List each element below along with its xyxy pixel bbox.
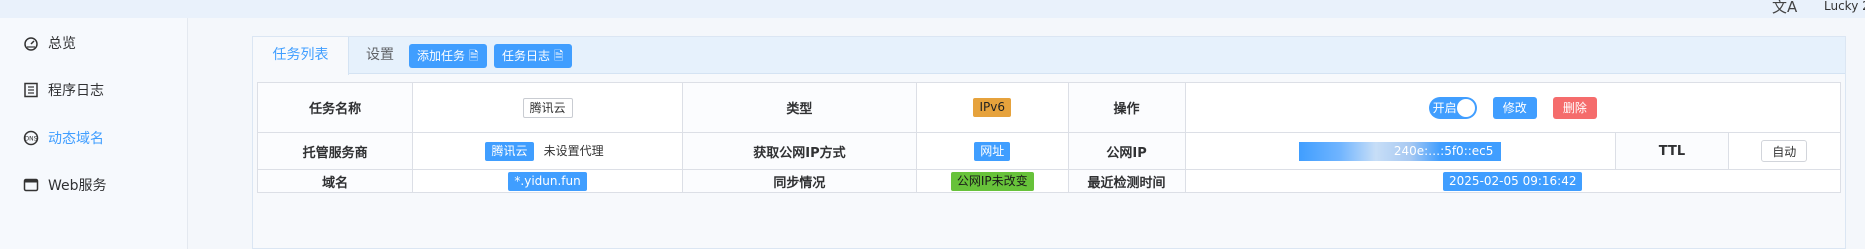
type-tag: IPv6	[973, 98, 1011, 117]
table-row: 托管服务商 腾讯云 未设置代理 获取公网IP方式 网址 公网IP 240e:…:…	[256, 132, 1842, 170]
ddns-icon: DNS	[22, 129, 40, 147]
enable-switch[interactable]: 开启	[1428, 96, 1477, 119]
last-check-label: 最近检测时间	[1067, 169, 1186, 193]
domain-label: 域名	[256, 169, 414, 193]
sidebar-item-label: Web服务	[48, 178, 107, 194]
operation-cell: 开启 修改 删除	[1184, 82, 1842, 133]
sidebar: 总览 程序日志 DNS 动态域名 Web服务	[0, 18, 188, 249]
sidebar-item-label: 总览	[48, 36, 76, 52]
task-log-label: 任务日志	[502, 49, 551, 63]
provider-cell: 腾讯云 未设置代理	[412, 132, 683, 170]
domain-tag: *.yidun.fun	[508, 171, 587, 191]
ip-method-cell: 网址	[915, 132, 1069, 170]
last-check-tag: 2025-02-05 09:16:42	[1443, 171, 1583, 191]
translate-icon[interactable]: 文A	[1772, 0, 1797, 15]
provider-label: 托管服务商	[256, 132, 414, 170]
ttl-value: 自动	[1761, 140, 1808, 162]
sidebar-item-overview[interactable]: 总览	[0, 23, 188, 63]
domain-cell: *.yidun.fun	[412, 169, 683, 193]
sidebar-item-web[interactable]: Web服务	[0, 165, 188, 205]
proxy-tag: 未设置代理	[537, 141, 610, 161]
add-task-label: 添加任务	[417, 49, 466, 63]
provider-tag: 腾讯云	[485, 141, 534, 161]
main-content: 任务列表 设置 添加任务 🗎 任务日志 🗎 任务名称 腾讯云 类型 IPv6 操…	[188, 18, 1865, 249]
ip-method-tag: 网址	[974, 141, 1011, 161]
type-label: 类型	[681, 82, 917, 133]
table-row: 域名 *.yidun.fun 同步情况 公网IP未改变 最近检测时间 2025-…	[256, 169, 1842, 193]
svg-text:DNS: DNS	[25, 136, 38, 143]
ttl-label: TTL	[1615, 132, 1729, 170]
task-name-cell: 腾讯云	[412, 82, 683, 133]
switch-knob	[1456, 98, 1475, 117]
public-ip-label: 公网IP	[1067, 132, 1186, 170]
top-bar: 文A Lucky 2	[0, 0, 1865, 18]
type-cell: IPv6	[915, 82, 1069, 133]
sync-cell: 公网IP未改变	[915, 169, 1069, 193]
public-ip-cell: 240e:…:5f0::ec5	[1184, 132, 1617, 170]
sync-label: 同步情况	[681, 169, 917, 193]
ddns-card: 任务列表 设置 添加任务 🗎 任务日志 🗎 任务名称 腾讯云 类型 IPv6 操…	[252, 36, 1846, 249]
tab-task-list[interactable]: 任务列表	[253, 37, 349, 75]
document-icon: 🗎	[468, 49, 479, 63]
log-icon	[22, 81, 40, 99]
last-check-cell: 2025-02-05 09:16:42	[1184, 169, 1842, 193]
ttl-cell: 自动	[1727, 132, 1842, 170]
sync-tag: 公网IP未改变	[950, 171, 1034, 191]
document-icon: 🗎	[553, 49, 564, 63]
task-table: 任务名称 腾讯云 类型 IPv6 操作 开启 修改 删除 托管服务商 腾讯云 未…	[256, 82, 1842, 193]
sidebar-item-ddns[interactable]: DNS 动态域名	[0, 118, 188, 158]
task-name-tag: 腾讯云	[522, 97, 573, 118]
edit-button[interactable]: 修改	[1492, 96, 1537, 119]
ip-method-label: 获取公网IP方式	[681, 132, 917, 170]
table-row: 任务名称 腾讯云 类型 IPv6 操作 开启 修改 删除	[256, 82, 1842, 133]
sidebar-item-logs[interactable]: 程序日志	[0, 70, 188, 110]
tab-bar: 任务列表 设置 添加任务 🗎 任务日志 🗎	[253, 37, 1845, 75]
add-task-button[interactable]: 添加任务 🗎	[409, 44, 487, 68]
user-name[interactable]: Lucky 2	[1824, 0, 1865, 12]
sidebar-item-label: 动态域名	[48, 131, 104, 147]
web-icon	[22, 176, 40, 194]
sidebar-item-label: 程序日志	[48, 83, 104, 99]
public-ip-tag: 240e:…:5f0::ec5	[1299, 141, 1502, 161]
task-name-label: 任务名称	[256, 82, 414, 133]
dashboard-icon	[22, 34, 40, 52]
task-log-button[interactable]: 任务日志 🗎	[494, 44, 572, 68]
tab-settings[interactable]: 设置	[349, 37, 411, 74]
delete-button[interactable]: 删除	[1552, 96, 1597, 119]
switch-label: 开启	[1432, 100, 1457, 115]
operation-label: 操作	[1067, 82, 1186, 133]
